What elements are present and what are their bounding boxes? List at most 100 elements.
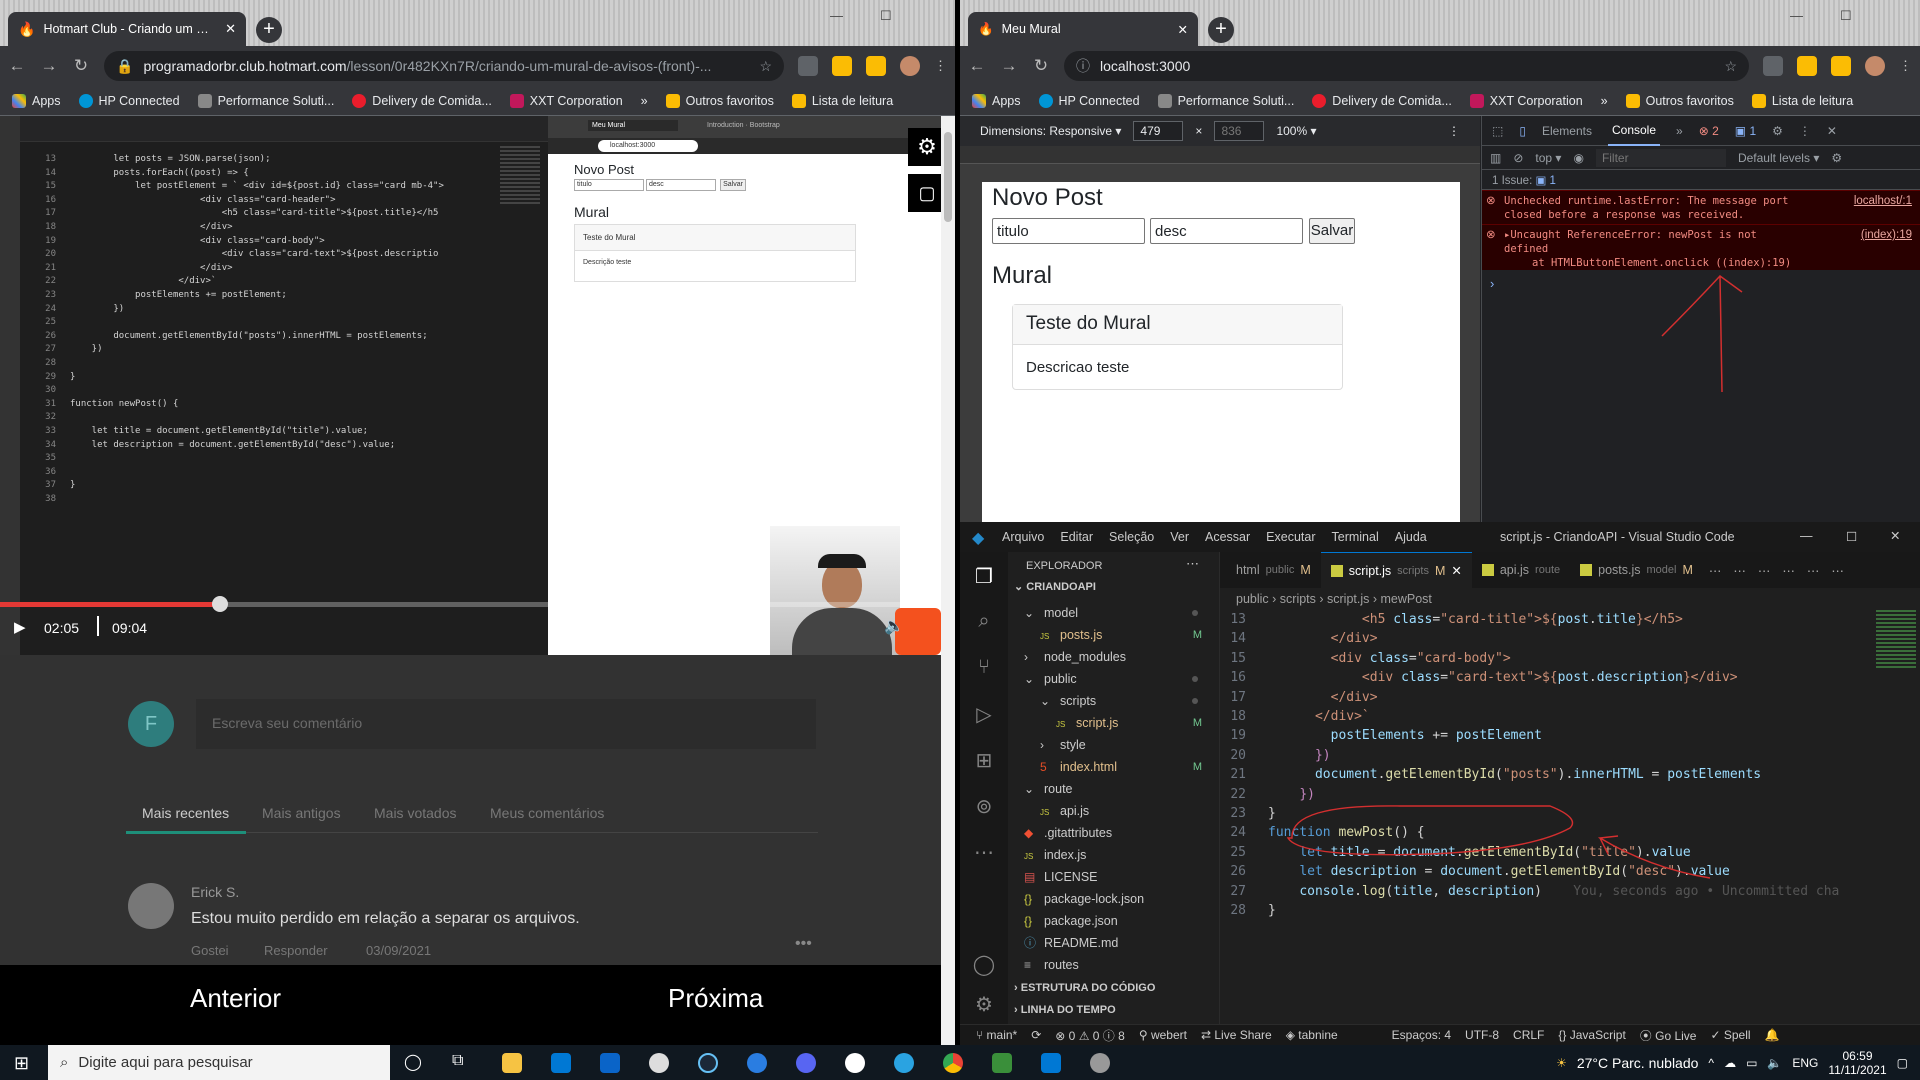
profile-avatar[interactable] bbox=[900, 56, 920, 76]
console-settings-icon[interactable]: ⚙ bbox=[1831, 151, 1842, 165]
profile-avatar[interactable] bbox=[1865, 56, 1885, 76]
previous-lesson-button[interactable]: Anterior bbox=[190, 983, 281, 1014]
like-button[interactable]: Gostei bbox=[191, 943, 229, 958]
clock[interactable]: 06:59 11/11/2021 bbox=[1828, 1049, 1886, 1077]
inspect-icon[interactable]: ⬚ bbox=[1492, 124, 1503, 138]
tabnine-status[interactable]: ◈ tabnine bbox=[1286, 1028, 1338, 1042]
file-tree-item[interactable]: JS script.js M bbox=[1008, 712, 1220, 734]
menu-item[interactable]: Ver bbox=[1170, 530, 1189, 544]
sort-tab[interactable]: Mais antigos bbox=[262, 805, 341, 821]
comment-input[interactable]: Escreva seu comentário bbox=[196, 699, 816, 749]
reading-list-icon[interactable] bbox=[866, 56, 886, 76]
zoom-dropdown[interactable]: 100% ▾ bbox=[1276, 124, 1316, 138]
scrollbar-thumb[interactable] bbox=[944, 132, 952, 222]
breadcrumb-item[interactable]: public bbox=[1236, 592, 1269, 606]
menu-item[interactable]: Executar bbox=[1266, 530, 1315, 544]
maximize-icon[interactable]: ☐ bbox=[1846, 529, 1857, 544]
live-expression-eye-icon[interactable]: ◉ bbox=[1573, 151, 1583, 165]
reading-list[interactable]: Lista de leitura bbox=[1751, 93, 1853, 108]
sort-tab[interactable]: Mais recentes bbox=[142, 805, 229, 821]
editor-tab[interactable]: posts.js model M bbox=[1570, 552, 1703, 588]
steam-icon[interactable] bbox=[698, 1053, 718, 1073]
address-bar-right[interactable]: ⓘ localhost:3000 ☆ bbox=[1064, 51, 1749, 81]
star-icon[interactable]: ☆ bbox=[759, 58, 772, 75]
cortana-icon[interactable]: ◯ bbox=[404, 1052, 422, 1072]
sync-icon[interactable]: ⟳ bbox=[1031, 1028, 1041, 1042]
file-tree-item[interactable]: ⌄ public bbox=[1008, 668, 1220, 690]
left-page-scrollbar[interactable] bbox=[941, 116, 955, 1045]
lesson-video[interactable]: 13 let posts = JSON.parse(json); 14 posts… bbox=[0, 116, 955, 655]
video-progress-bar[interactable] bbox=[0, 596, 955, 612]
reply-button[interactable]: Responder bbox=[264, 943, 328, 958]
manage-gear-icon[interactable]: ⚙ bbox=[972, 992, 996, 1016]
cloud-icon[interactable]: ☁ bbox=[1724, 1056, 1736, 1070]
timeline-section[interactable]: › LINHA DO TEMPO bbox=[1014, 1004, 1116, 1016]
comment-options-icon[interactable]: ••• bbox=[795, 935, 812, 953]
file-tree-item[interactable]: JS posts.js M bbox=[1008, 624, 1220, 646]
bookmark-xxt[interactable]: XXT Corporation bbox=[1469, 93, 1583, 108]
viewport-width-input[interactable]: 479 bbox=[1133, 121, 1184, 141]
more-bookmarks-icon[interactable]: » bbox=[641, 94, 648, 108]
file-tree-item[interactable]: ≡ routes bbox=[1008, 954, 1220, 972]
split-editor-icon[interactable]: ⋯ bbox=[1709, 563, 1722, 578]
editor-tab[interactable]: html public M bbox=[1220, 552, 1321, 588]
extension-icon[interactable] bbox=[798, 56, 818, 76]
network-icon[interactable]: ▭ bbox=[1746, 1056, 1757, 1070]
new-tab-button-right[interactable]: + bbox=[1208, 17, 1234, 43]
source-control-icon[interactable]: ⑂ bbox=[972, 656, 996, 680]
terminal-icon[interactable] bbox=[992, 1053, 1012, 1073]
maximize-icon[interactable]: ☐ bbox=[1840, 8, 1852, 24]
explorer-more-icon[interactable]: ⋯ bbox=[1186, 556, 1199, 572]
file-tree-item[interactable]: {} package-lock.json bbox=[1008, 888, 1220, 910]
close-icon[interactable]: ✕ bbox=[1451, 563, 1461, 578]
notification-center-icon[interactable]: ▢ bbox=[1897, 1056, 1908, 1070]
search-icon[interactable]: ⌕ bbox=[972, 610, 996, 634]
bookmark-xxt[interactable]: XXT Corporation bbox=[509, 93, 623, 108]
maximize-icon[interactable]: ☐ bbox=[880, 8, 892, 24]
menu-item[interactable]: Ajuda bbox=[1395, 530, 1427, 544]
task-view-icon[interactable]: ⧉ bbox=[452, 1052, 463, 1070]
file-explorer-icon[interactable] bbox=[502, 1053, 522, 1073]
go-back-icon[interactable]: ⋯ bbox=[1733, 563, 1746, 578]
error-count-badge[interactable]: ⊗ 2 bbox=[1699, 124, 1719, 138]
menu-icon[interactable]: ⋮ bbox=[1899, 58, 1912, 74]
issues-bar[interactable]: 1 Issue: ▣ 1 bbox=[1482, 170, 1920, 190]
git-user-status[interactable]: ⚲ webert bbox=[1139, 1028, 1187, 1042]
bookmark-performance[interactable]: Performance Soluti... bbox=[1157, 93, 1294, 108]
file-tree-item[interactable]: ▤ LICENSE bbox=[1008, 866, 1220, 888]
more-tabs-icon[interactable]: » bbox=[1676, 124, 1683, 138]
menu-item[interactable]: Seleção bbox=[1109, 530, 1154, 544]
indent-status[interactable]: Espaços: 4 bbox=[1392, 1028, 1451, 1042]
minimize-icon[interactable]: — bbox=[1800, 529, 1813, 543]
more-icon[interactable]: ⋯ bbox=[972, 840, 996, 864]
outline-section[interactable]: › ESTRUTURA DO CÓDIGO bbox=[1014, 982, 1155, 994]
menu-item[interactable]: Terminal bbox=[1332, 530, 1379, 544]
back-icon[interactable]: ← bbox=[968, 56, 986, 76]
bookmark-delivery[interactable]: Delivery de Comida... bbox=[352, 93, 492, 108]
language-status[interactable]: {} JavaScript bbox=[1558, 1028, 1625, 1042]
discord-icon[interactable] bbox=[796, 1053, 816, 1073]
save-button[interactable]: Salvar bbox=[1309, 218, 1355, 244]
close-tab-icon[interactable]: ✕ bbox=[1178, 22, 1188, 37]
explorer-files-icon[interactable]: ❐ bbox=[972, 564, 996, 588]
eol-status[interactable]: CRLF bbox=[1513, 1028, 1544, 1042]
breadcrumb-item[interactable]: scripts bbox=[1280, 592, 1316, 606]
back-icon[interactable]: ← bbox=[8, 56, 26, 76]
project-folder[interactable]: ⌄ CRIANDOAPI bbox=[1014, 580, 1096, 593]
bookmark-apps[interactable]: Apps bbox=[12, 93, 61, 108]
tab-meu-mural[interactable]: 🔥 Meu Mural ✕ bbox=[968, 12, 1198, 46]
taskbar-search[interactable]: ⌕ Digite aqui para pesquisar bbox=[48, 1045, 390, 1080]
reload-icon[interactable]: ↻ bbox=[72, 56, 90, 76]
mail-icon[interactable] bbox=[600, 1053, 620, 1073]
close-devtools-icon[interactable]: ✕ bbox=[1827, 124, 1837, 138]
spell-status[interactable]: ✓ Spell bbox=[1710, 1028, 1750, 1042]
error-source-link[interactable]: (index):19 bbox=[1861, 228, 1912, 242]
play-button[interactable]: ▶ bbox=[14, 618, 26, 636]
desc-input[interactable]: desc bbox=[1150, 218, 1303, 244]
star-icon[interactable]: ☆ bbox=[1724, 58, 1737, 75]
dimensions-dropdown[interactable]: Dimensions: Responsive ▾ bbox=[980, 124, 1121, 138]
address-bar[interactable]: 🔒 programadorbr.club.hotmart.com/lesson/… bbox=[104, 51, 784, 81]
info-count-badge[interactable]: ▣ 1 bbox=[1735, 124, 1756, 138]
telegram-icon[interactable] bbox=[894, 1053, 914, 1073]
account-icon[interactable]: ◯ bbox=[972, 952, 996, 976]
